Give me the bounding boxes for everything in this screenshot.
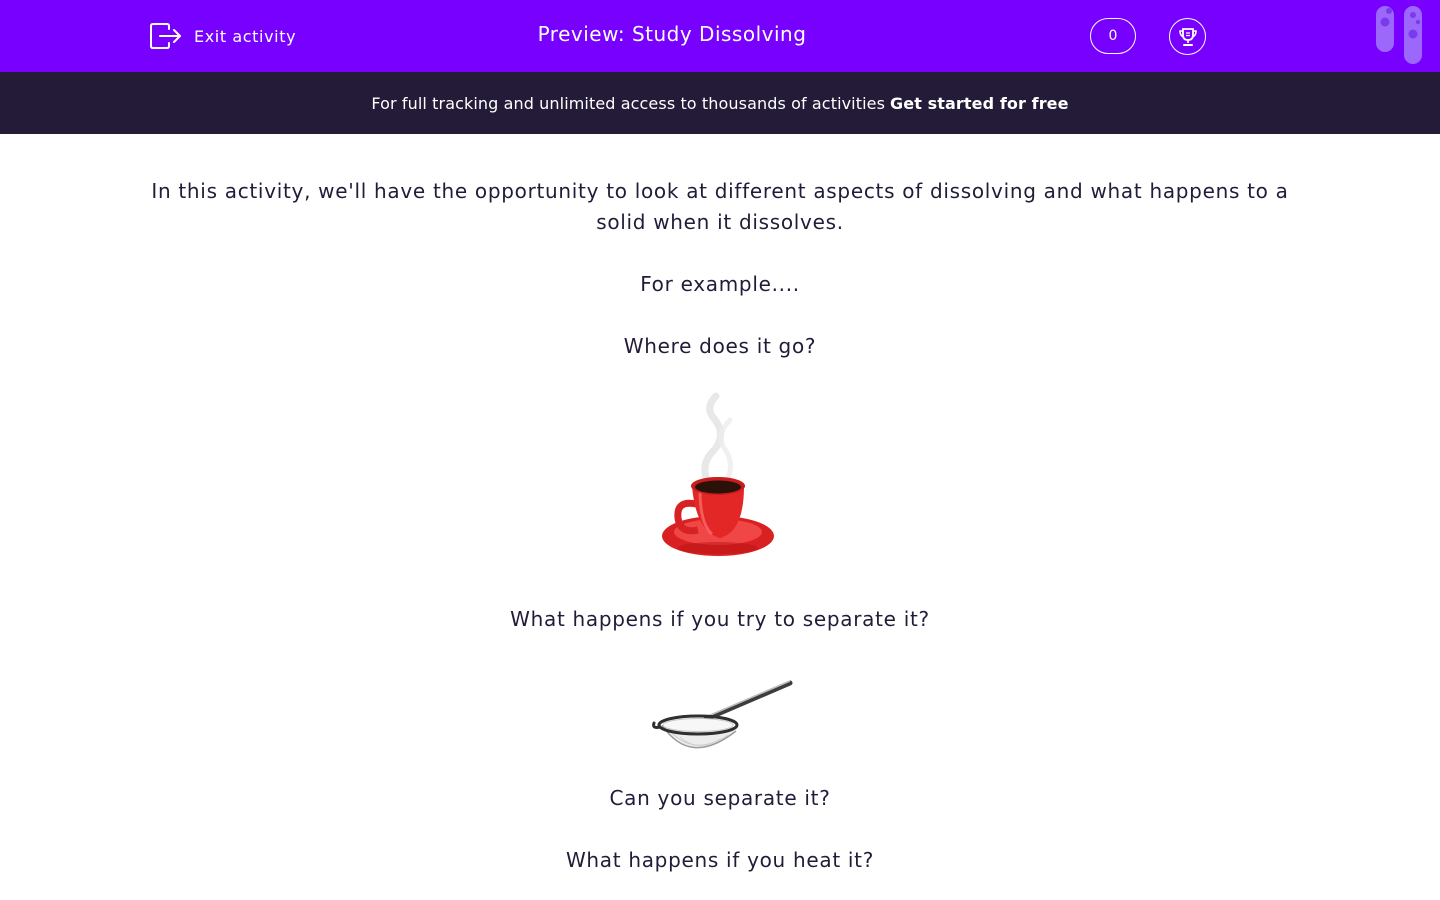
question-heat: What happens if you heat it? — [565, 848, 875, 872]
intro-paragraph: In this activity, we'll have the opportu… — [151, 179, 1289, 234]
get-started-link[interactable]: Get started for free — [890, 94, 1069, 113]
trophy-icon — [1177, 26, 1199, 48]
question-can-separate: Can you separate it? — [609, 786, 831, 810]
activity-content: In this activity, we'll have the opportu… — [150, 176, 1290, 876]
example-text: For example.... — [640, 272, 800, 296]
page-title-row: Preview: Study Dissolving — [0, 22, 1344, 46]
trophy-button[interactable] — [1169, 18, 1206, 55]
score-badge: 0 — [1090, 18, 1136, 54]
banner-text: For full tracking and unlimited access t… — [371, 93, 886, 113]
tea-strainer-image — [640, 657, 800, 765]
top-bar: Exit activity Preview: Study Dissolving … — [0, 0, 1440, 72]
question-separate: What happens if you try to separate it? — [510, 607, 930, 631]
question-where: Where does it go? — [623, 334, 817, 358]
test-tubes-logo-icon — [1372, 4, 1428, 66]
signup-banner: For full tracking and unlimited access t… — [0, 72, 1440, 134]
page-title: Preview: Study Dissolving — [537, 22, 807, 46]
coffee-cup-image — [640, 386, 800, 574]
